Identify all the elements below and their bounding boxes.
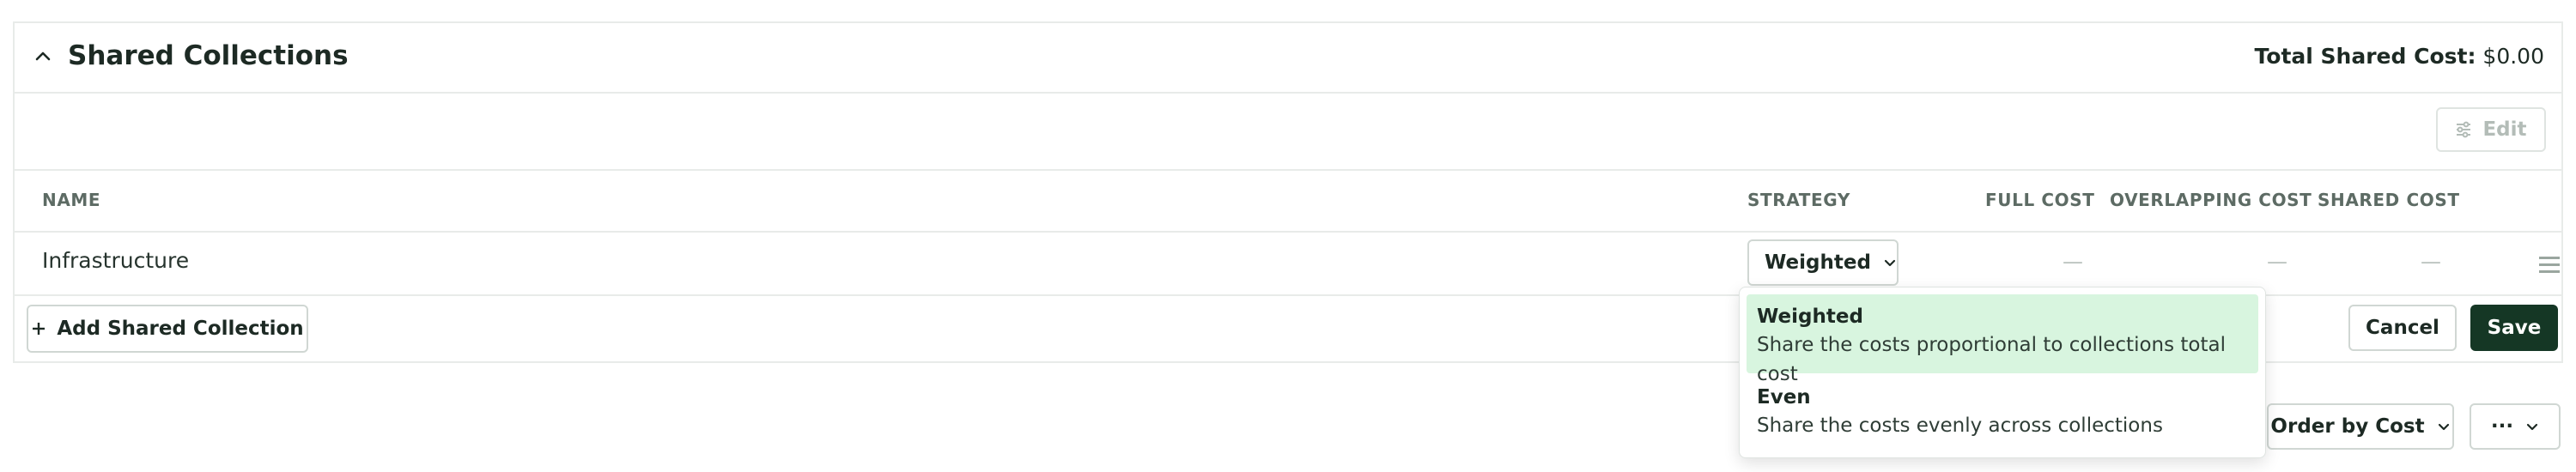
edit-button-label: Edit [2482, 118, 2527, 141]
panel-header: Shared Collections Total Shared Cost: $0… [15, 23, 2561, 94]
order-by-cost-label: Order by Cost [2270, 415, 2425, 438]
drag-handle-icon[interactable] [2539, 257, 2560, 277]
column-header-shared-cost: SHARED COST [2318, 190, 2460, 210]
shared-cost-value: — [2421, 250, 2441, 274]
strategy-select[interactable]: Weighted [1747, 239, 1899, 286]
table-header: NAME STRATEGY FULL COST OVERLAPPING COST… [15, 169, 2561, 233]
panel-title: Shared Collections [68, 40, 349, 71]
column-header-name: NAME [42, 190, 101, 210]
column-header-strategy: STRATEGY [1747, 190, 1850, 210]
column-header-full-cost: FULL COST [1985, 190, 2095, 210]
chevron-down-icon [1883, 256, 1897, 269]
strategy-option-even[interactable]: Even Share the costs evenly across colle… [1747, 375, 2258, 454]
cancel-button[interactable]: Cancel [2348, 305, 2457, 351]
save-button[interactable]: Save [2470, 305, 2558, 351]
total-shared-cost-value: $0.00 [2482, 44, 2544, 69]
option-description: Share the costs evenly across collection… [1757, 415, 2163, 437]
edit-button[interactable]: Edit [2436, 107, 2546, 152]
total-shared-cost-label: Total Shared Cost: [2254, 44, 2476, 69]
add-shared-collection-button[interactable]: Add Shared Collection [27, 305, 308, 353]
strategy-dropdown-menu: Weighted Share the costs proportional to… [1739, 287, 2266, 458]
add-shared-collection-label: Add Shared Collection [57, 318, 304, 340]
column-header-overlapping-cost: OVERLAPPING COST [2110, 190, 2312, 210]
plus-icon [31, 321, 46, 336]
strategy-select-value: Weighted [1765, 251, 1871, 274]
order-by-cost-button[interactable]: Order by Cost [2267, 403, 2454, 450]
chevron-down-icon [2525, 420, 2539, 433]
more-options-label: ··· [2490, 415, 2514, 438]
chevron-up-icon[interactable] [33, 47, 52, 66]
more-options-button[interactable]: ··· [2470, 403, 2561, 450]
option-title: Weighted [1757, 306, 1863, 328]
panel-toolbar: Edit [15, 92, 2561, 171]
total-shared-cost: Total Shared Cost: $0.00 [2255, 42, 2544, 71]
sliders-icon [2455, 121, 2472, 138]
row-name: Infrastructure [42, 248, 190, 273]
full-cost-value: — [2063, 250, 2083, 274]
option-title: Even [1757, 386, 1811, 408]
strategy-option-weighted[interactable]: Weighted Share the costs proportional to… [1747, 294, 2258, 385]
chevron-down-icon [2437, 420, 2451, 433]
overlapping-cost-value: — [2267, 250, 2287, 274]
